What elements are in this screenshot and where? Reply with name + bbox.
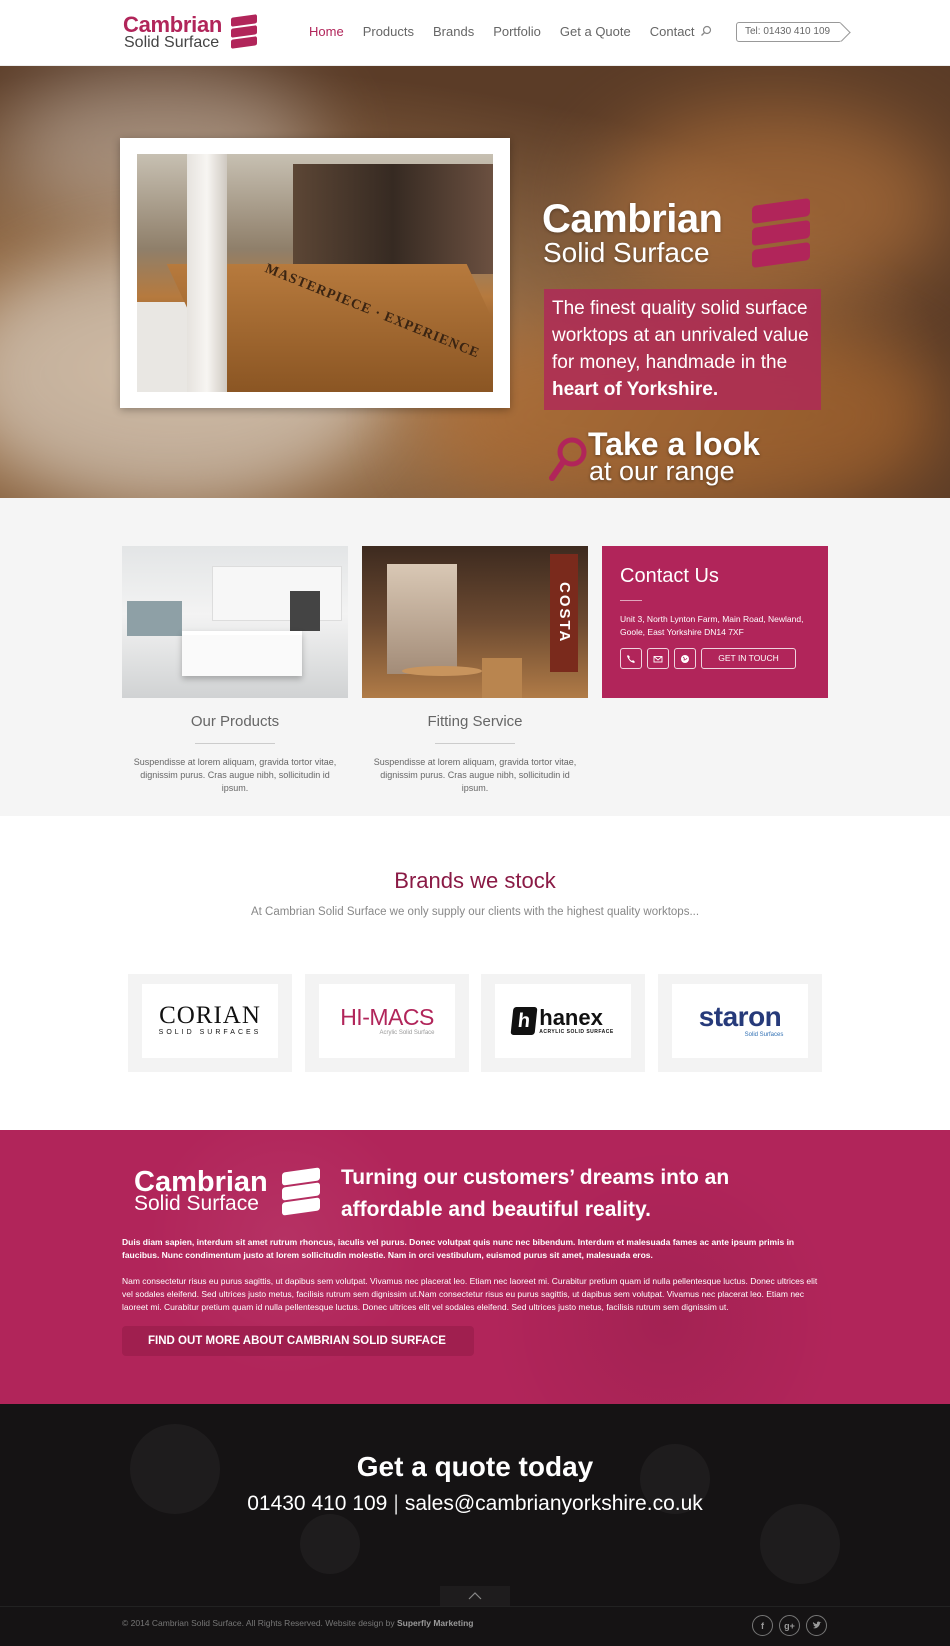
feature-products: Our Products Suspendisse at lorem aliqua… [122, 546, 348, 795]
nav-portfolio[interactable]: Portfolio [493, 22, 541, 42]
staron-logo: staron Solid Surfaces [672, 984, 808, 1058]
shop-photo[interactable]: COSTA [362, 546, 588, 698]
hero-photo: MASTERPIECE · EXPERIENCE [137, 154, 493, 392]
hanex-logo-sub: ACRYLIC SOLID SURFACE [539, 1028, 614, 1035]
magnifier-icon [549, 437, 587, 481]
find-out-more-button[interactable]: FIND OUT MORE ABOUT CAMBRIAN SOLID SURFA… [122, 1326, 474, 1356]
hero-brand-line2: Solid Surface [543, 237, 710, 268]
nav-home[interactable]: Home [309, 22, 344, 42]
facebook-icon[interactable]: f [752, 1615, 773, 1636]
hero-tagline: The finest quality solid surface worktop… [544, 289, 821, 410]
about-section: Cambrian Solid Surface Turning our custo… [0, 1130, 950, 1404]
feature-fitting: COSTA Fitting Service Suspendisse at lor… [362, 546, 588, 795]
himacs-logo-sub: Acrylic Solid Surface [379, 1029, 435, 1036]
brand-himacs[interactable]: HI-MACS Acrylic Solid Surface [305, 974, 469, 1072]
hero-banner: MASTERPIECE · EXPERIENCE Cambrian Solid … [0, 66, 950, 498]
hanex-logo-text: hanex [539, 1004, 603, 1030]
search-icon[interactable] [700, 24, 716, 40]
about-paragraph-bold: Duis diam sapien, interdum sit amet rutr… [122, 1237, 795, 1260]
feature-desc: Suspendisse at lorem aliquam, gravida to… [133, 757, 337, 793]
feature-title[interactable]: Fitting Service [362, 710, 588, 734]
feature-title[interactable]: Our Products [122, 710, 348, 734]
corian-logo-text: CORIAN [159, 1002, 261, 1029]
designer-link[interactable]: Superfly Marketing [397, 1618, 474, 1628]
quote-email[interactable]: sales@cambrianyorkshire.co.uk [405, 1492, 703, 1515]
copyright: © 2014 Cambrian Solid Surface. All Right… [122, 1614, 473, 1632]
corian-logo-sub: SOLID SURFACES [158, 1029, 262, 1036]
himacs-logo: HI-MACS Acrylic Solid Surface [319, 984, 455, 1058]
corian-logo: CORIAN SOLID SURFACES [142, 984, 278, 1058]
main-nav: Home Products Brands Portfolio Get a Quo… [309, 22, 714, 42]
staron-logo-sub: Solid Surfaces [744, 1031, 784, 1038]
copyright-text: © 2014 Cambrian Solid Surface. All Right… [122, 1618, 395, 1628]
phone-icon[interactable] [620, 648, 642, 669]
tagline-text: The finest quality solid surface worktop… [552, 298, 809, 373]
google-plus-icon[interactable]: g+ [779, 1615, 800, 1636]
divider [195, 743, 275, 744]
twitter-icon[interactable] [806, 1615, 827, 1636]
hero-photo-frame: MASTERPIECE · EXPERIENCE [120, 138, 510, 408]
staron-logo-text: staron [698, 1000, 782, 1032]
brands-subtitle: At Cambrian Solid Surface we only supply… [250, 906, 700, 918]
logo-line2: Solid Surface [124, 34, 220, 51]
about-logo-line2: Solid Surface [134, 1192, 259, 1215]
divider [620, 600, 642, 601]
hanex-logo: h hanex ACRYLIC SOLID SURFACE [495, 984, 631, 1058]
site-logo[interactable]: Cambrian Solid Surface [123, 13, 263, 53]
hero-logo-mark-icon [752, 197, 810, 270]
social-links: f g+ [752, 1615, 827, 1636]
about-heading: Turning our customers’ dreams into an af… [341, 1166, 730, 1221]
logo-mark-icon [231, 14, 257, 50]
shop-sign: COSTA [550, 554, 578, 672]
contact-buttons: GET IN TOUCH [620, 648, 796, 669]
quote-title: Get a quote today [356, 1451, 594, 1482]
divider [435, 743, 515, 744]
brands-section: Brands we stock At Cambrian Solid Surfac… [0, 816, 950, 1130]
quote-contact: 01430 410 109 | sales@cambrianyorkshire.co… [0, 1490, 950, 1518]
contact-title: Contact Us [620, 565, 719, 587]
brand-hanex[interactable]: h hanex ACRYLIC SOLID SURFACE [481, 974, 645, 1072]
nav-brands[interactable]: Brands [433, 22, 474, 42]
get-in-touch-button[interactable]: GET IN TOUCH [701, 648, 796, 669]
quote-phone[interactable]: 01430 410 109 [247, 1492, 387, 1515]
hero-brand-line1: Cambrian [542, 197, 723, 241]
brands-title: Brands we stock [394, 868, 556, 893]
nav-get-a-quote[interactable]: Get a Quote [560, 22, 631, 42]
look-line2: at our range [589, 456, 735, 486]
scroll-top-button[interactable] [440, 1586, 510, 1606]
himacs-logo-text: HI-MACS [340, 1003, 434, 1030]
features-section: Our Products Suspendisse at lorem aliqua… [0, 498, 950, 816]
hanex-badge-icon: h [510, 1007, 538, 1035]
phone-tag[interactable]: Tel: 01430 410 109 [736, 22, 842, 42]
about-logo-mark-icon [282, 1167, 320, 1216]
brand-corian[interactable]: CORIAN SOLID SURFACES [128, 974, 292, 1072]
quote-section: Get a quote today 01430 410 109 | sales@ca… [0, 1404, 950, 1646]
contact-box: Contact Us Unit 3, North Lynton Farm, Ma… [602, 546, 828, 698]
nav-contact[interactable]: Contact [650, 22, 695, 42]
chevron-up-icon [468, 1592, 482, 1600]
contact-address: Unit 3, North Lynton Farm, Main Road, Ne… [620, 614, 804, 637]
about-paragraph: Nam consectetur risus eu purus sagittis,… [122, 1276, 818, 1312]
quote-separator: | [393, 1492, 399, 1515]
globe-icon[interactable] [674, 648, 696, 669]
tagline-bold: heart of Yorkshire. [552, 379, 719, 400]
site-header: Cambrian Solid Surface Home Products Bra… [0, 0, 950, 66]
brand-staron[interactable]: staron Solid Surfaces [658, 974, 822, 1072]
feature-desc: Suspendisse at lorem aliquam, gravida to… [373, 757, 577, 793]
nav-products[interactable]: Products [363, 22, 414, 42]
mail-icon[interactable] [647, 648, 669, 669]
take-a-look-link[interactable]: Take a look at our range [546, 426, 806, 490]
kitchen-photo[interactable] [122, 546, 348, 698]
